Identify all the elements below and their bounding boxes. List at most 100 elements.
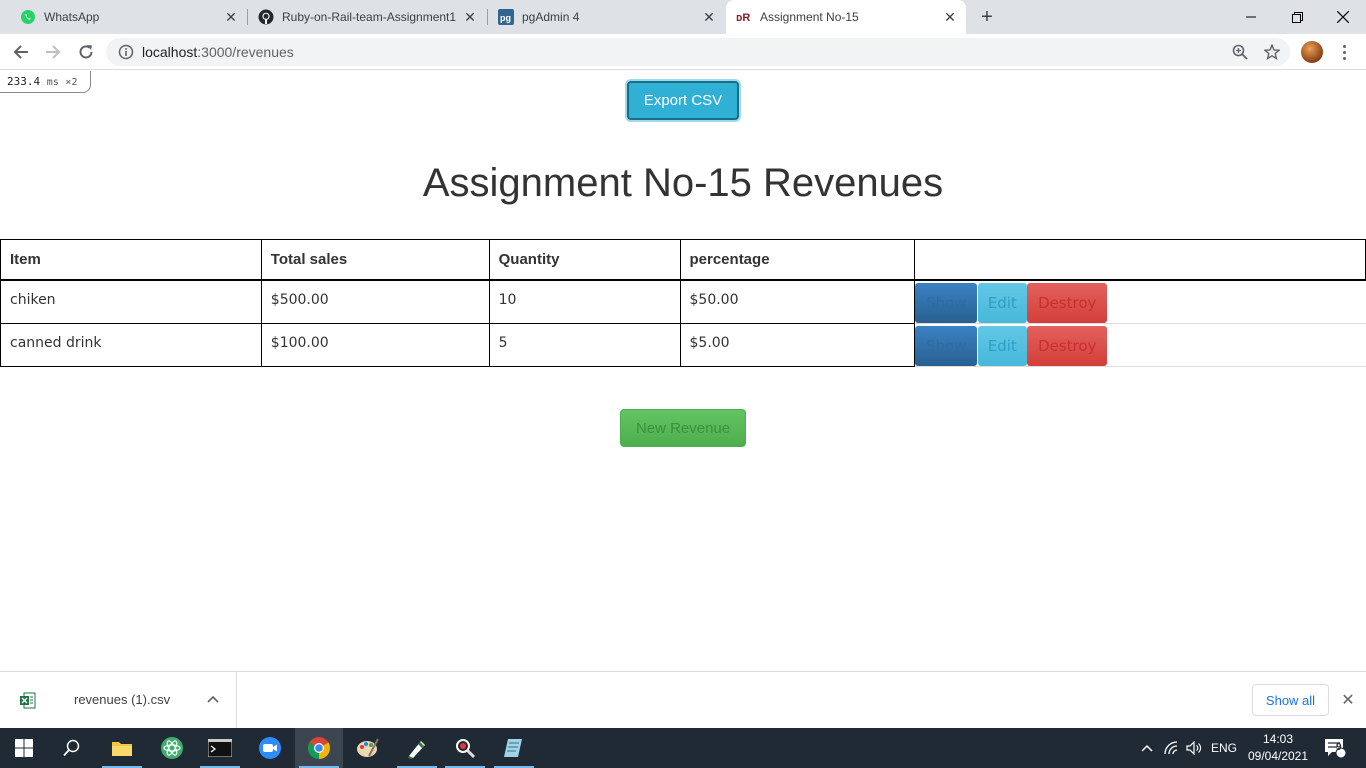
page-title: Assignment No-15 Revenues: [422, 161, 944, 205]
tab-title: pgAdmin 4: [522, 10, 580, 24]
close-tab-icon[interactable]: ✕: [701, 9, 717, 25]
start-button[interactable]: [0, 728, 48, 768]
wifi-icon: [1164, 741, 1178, 755]
clock-date: 09/04/2021: [1247, 749, 1309, 763]
zoom-button[interactable]: [1228, 40, 1252, 64]
cell-actions: Show Edit Destroy: [914, 322, 1366, 367]
restore-button[interactable]: [1274, 0, 1320, 34]
atom-icon: [161, 737, 183, 759]
notification-count: 9: [1336, 742, 1342, 753]
close-tab-icon[interactable]: ✕: [942, 9, 958, 25]
speaker-icon: [1186, 741, 1201, 755]
cell-total-sales: $100.00: [260, 322, 490, 367]
revenues-table: Item Total sales Quantity percentage chi…: [0, 239, 1366, 367]
download-file-name: revenues (1).csv: [74, 692, 171, 707]
profiler-badge[interactable]: 233.4 ms ×2: [0, 71, 91, 93]
destroy-button[interactable]: Destroy: [1027, 325, 1108, 366]
cell-item: canned drink: [0, 322, 262, 367]
forward-button[interactable]: [41, 40, 65, 64]
folder-icon: [112, 742, 132, 756]
close-shelf-icon[interactable]: ✕: [1338, 690, 1358, 710]
cell-percentage: $5.00: [679, 322, 916, 367]
minimize-icon: [1246, 16, 1256, 18]
chrome-taskbar-icon[interactable]: [295, 728, 343, 768]
show-button[interactable]: Show: [915, 282, 978, 323]
close-tab-icon[interactable]: ✕: [223, 9, 239, 25]
page-viewport: 233.4 ms ×2 Export CSV Assignment No-15 …: [0, 71, 1366, 671]
table-row: canned drink $100.00 5 $5.00 Show Edit D…: [0, 322, 1366, 367]
zoom-video-icon: [259, 737, 281, 759]
highlighter-icon: [408, 741, 425, 759]
tab-pgadmin[interactable]: pg pgAdmin 4 ✕: [488, 0, 725, 34]
notification-icon: [1325, 739, 1346, 758]
clock[interactable]: 14:03 09/04/2021: [1244, 731, 1312, 765]
pgadmin-icon: pg: [498, 9, 514, 25]
file-explorer-taskbar-icon[interactable]: [98, 728, 146, 768]
edit-button[interactable]: Edit: [977, 325, 1027, 366]
cell-total-sales: $500.00: [260, 279, 490, 324]
windows-logo-icon: [15, 739, 33, 757]
profiler-unit: ms: [46, 77, 59, 88]
whatsapp-icon: [21, 10, 35, 24]
snipping-taskbar-icon[interactable]: [441, 728, 489, 768]
new-revenue-button[interactable]: New Revenue: [620, 409, 746, 447]
atom-taskbar-icon[interactable]: [148, 728, 196, 768]
restore-icon: [1291, 11, 1303, 23]
edit-button[interactable]: Edit: [977, 282, 1027, 323]
download-shelf: revenues (1).csv Show all ✕: [0, 671, 1366, 728]
marker-taskbar-icon[interactable]: [393, 728, 441, 768]
profiler-count: ×2: [65, 77, 78, 88]
network-button[interactable]: [1161, 728, 1183, 768]
svg-text:pg: pg: [500, 13, 511, 23]
language-indicator[interactable]: ENG: [1208, 728, 1240, 768]
export-csv-button[interactable]: Export CSV: [627, 81, 739, 120]
arrow-right-icon: [46, 45, 61, 59]
tab-whatsapp[interactable]: WhatsApp ✕: [0, 0, 247, 34]
rails-icon: ᴅR: [736, 12, 750, 24]
tray-overflow-button[interactable]: [1136, 728, 1158, 768]
notification-center-button[interactable]: 9: [1320, 728, 1350, 768]
table-row: chiken $500.00 10 $50.00 Show Edit Destr…: [0, 279, 1366, 324]
excel-file-icon: [20, 692, 36, 709]
destroy-button[interactable]: Destroy: [1027, 282, 1108, 323]
github-icon: [258, 9, 274, 25]
close-window-button[interactable]: [1320, 0, 1366, 34]
back-button[interactable]: [9, 40, 33, 64]
show-button[interactable]: Show: [915, 325, 978, 366]
volume-button[interactable]: [1184, 728, 1206, 768]
reload-button[interactable]: [74, 40, 98, 64]
zoom-taskbar-icon[interactable]: [246, 728, 294, 768]
search-button[interactable]: [48, 728, 96, 768]
chevron-up-icon[interactable]: [204, 690, 222, 708]
tab-title: Assignment No-15: [760, 10, 859, 24]
cell-percentage: $50.00: [679, 279, 916, 324]
close-icon: [1337, 11, 1349, 23]
menu-icon[interactable]: [1336, 41, 1352, 63]
notepad-taskbar-icon[interactable]: [490, 728, 538, 768]
close-tab-icon[interactable]: ✕: [462, 9, 478, 25]
chevron-up-icon: [1141, 744, 1153, 752]
download-item[interactable]: revenues (1).csv: [0, 672, 237, 728]
paint-taskbar-icon[interactable]: [344, 728, 392, 768]
url-text: localhost:3000/revenues: [142, 44, 294, 60]
column-header-actions: [914, 239, 1366, 281]
magnifier-icon: [456, 739, 476, 759]
show-all-button[interactable]: Show all: [1252, 684, 1329, 716]
browser-tab-strip: WhatsApp ✕ Ruby-on-Rail-team-Assignment1…: [0, 0, 1366, 34]
terminal-taskbar-icon[interactable]: [196, 728, 244, 768]
search-icon: [63, 739, 80, 757]
arrow-left-icon: [13, 45, 28, 59]
bookmark-button[interactable]: [1260, 40, 1284, 64]
profile-avatar[interactable]: [1301, 41, 1323, 63]
address-bar[interactable]: localhost:3000/revenues: [106, 38, 1290, 66]
svg-text:ᴅR: ᴅR: [736, 12, 750, 24]
cell-quantity: 5: [488, 322, 681, 367]
cell-item: chiken: [0, 279, 262, 324]
tab-github[interactable]: Ruby-on-Rail-team-Assignment1 ✕: [248, 0, 486, 34]
tab-title: WhatsApp: [44, 10, 100, 24]
tab-assignment[interactable]: ᴅR Assignment No-15 ✕: [726, 0, 966, 34]
cell-quantity: 10: [488, 279, 681, 324]
minimize-button[interactable]: [1228, 0, 1274, 34]
new-tab-button[interactable]: +: [976, 6, 998, 28]
clock-time: 14:03: [1262, 732, 1294, 746]
